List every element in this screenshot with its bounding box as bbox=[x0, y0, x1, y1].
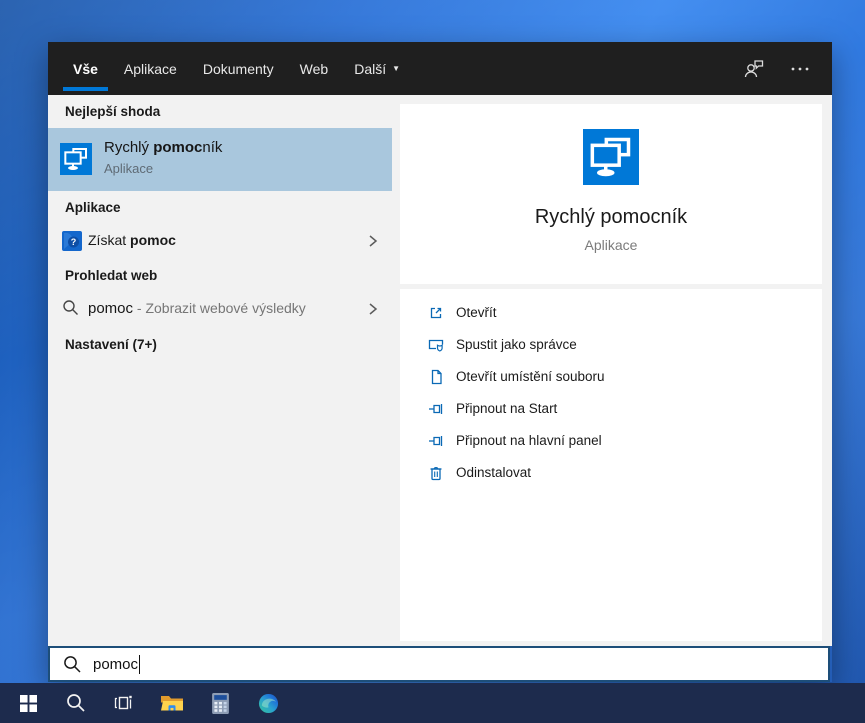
best-match-header: Nejlepší shoda bbox=[65, 104, 160, 119]
divider bbox=[400, 284, 822, 289]
title-match: pomoc bbox=[153, 139, 202, 156]
taskbar bbox=[0, 683, 865, 723]
edge-icon bbox=[258, 693, 279, 714]
search-input[interactable]: pomoc bbox=[48, 646, 830, 682]
web-query-suffix: - Zobrazit webové výsledky bbox=[133, 300, 306, 316]
more-icon bbox=[789, 58, 811, 80]
action-open[interactable]: Otevřít bbox=[400, 297, 822, 329]
action-uninstall[interactable]: Odinstalovat bbox=[400, 457, 822, 489]
action-open-file-location-label: Otevřít umístění souboru bbox=[456, 369, 605, 384]
task-view-button[interactable] bbox=[100, 683, 148, 723]
run-as-admin-icon bbox=[428, 337, 444, 353]
action-run-as-admin[interactable]: Spustit jako správce bbox=[400, 329, 822, 361]
chevron-right-icon bbox=[368, 234, 378, 248]
pin-icon bbox=[428, 401, 444, 417]
windows-start-icon bbox=[20, 695, 37, 712]
tab-more[interactable]: Další ▼ bbox=[354, 42, 400, 95]
feedback-button[interactable] bbox=[742, 57, 766, 81]
search-filter-tabs: Vše Aplikace Dokumenty Web Další ▼ bbox=[73, 42, 400, 95]
pin-icon bbox=[428, 433, 444, 449]
quick-assist-icon bbox=[60, 143, 92, 175]
result-get-help[interactable]: ? Získat pomoc bbox=[48, 225, 392, 258]
title-post: ník bbox=[202, 139, 222, 156]
file-explorer-button[interactable] bbox=[148, 683, 196, 723]
action-pin-to-start-label: Připnout na Start bbox=[456, 401, 557, 416]
task-view-icon bbox=[114, 693, 134, 713]
tab-more-label: Další bbox=[354, 61, 386, 77]
search-icon bbox=[66, 693, 86, 713]
label-match: pomoc bbox=[130, 232, 176, 248]
web-section-header: Prohledat web bbox=[65, 268, 157, 283]
calculator-icon bbox=[212, 693, 229, 714]
label-pre: Získat bbox=[88, 232, 130, 248]
tab-all[interactable]: Vše bbox=[73, 42, 98, 95]
result-detail-panel: Rychlý pomocník Aplikace Otevřít bbox=[400, 104, 822, 641]
tab-all-label: Vše bbox=[73, 61, 98, 77]
detail-app-type: Aplikace bbox=[400, 237, 822, 253]
calculator-button[interactable] bbox=[196, 683, 244, 723]
action-open-label: Otevřít bbox=[456, 305, 497, 320]
action-pin-to-start[interactable]: Připnout na Start bbox=[400, 393, 822, 425]
tab-selected-underline bbox=[63, 87, 108, 91]
tab-apps-label: Aplikace bbox=[124, 61, 177, 77]
result-web-search[interactable]: pomoc - Zobrazit webové výsledky bbox=[48, 293, 392, 326]
get-help-label: Získat pomoc bbox=[88, 232, 176, 248]
chevron-down-icon: ▼ bbox=[392, 65, 400, 73]
settings-section-header: Nastavení (7+) bbox=[65, 337, 157, 352]
search-icon bbox=[63, 655, 82, 674]
web-search-label: pomoc - Zobrazit webové výsledky bbox=[88, 300, 306, 317]
action-open-file-location[interactable]: Otevřít umístění souboru bbox=[400, 361, 822, 393]
open-icon bbox=[428, 305, 444, 321]
action-run-as-admin-label: Spustit jako správce bbox=[456, 337, 577, 352]
uninstall-icon bbox=[428, 465, 444, 481]
results-list-panel: Nejlepší shoda Rychlý pomocník Aplikace … bbox=[48, 95, 392, 646]
chevron-right-icon bbox=[368, 302, 378, 316]
web-query: pomoc bbox=[88, 300, 133, 317]
result-best-match-quick-assist[interactable]: Rychlý pomocník Aplikace bbox=[48, 128, 392, 191]
text-caret bbox=[139, 655, 140, 674]
tab-web-label: Web bbox=[300, 61, 329, 77]
action-list: Otevřít Spustit jako správce Otevřít umí… bbox=[400, 297, 822, 489]
taskbar-search-button[interactable] bbox=[52, 683, 100, 723]
tab-web[interactable]: Web bbox=[300, 42, 329, 95]
tab-documents-label: Dokumenty bbox=[203, 61, 274, 77]
action-uninstall-label: Odinstalovat bbox=[456, 465, 531, 480]
search-flyout-window: Vše Aplikace Dokumenty Web Další ▼ bbox=[48, 42, 832, 682]
detail-app-title: Rychlý pomocník bbox=[400, 206, 822, 229]
title-pre: Rychlý bbox=[104, 139, 153, 156]
more-options-button[interactable] bbox=[788, 57, 812, 81]
search-results-area: Nejlepší shoda Rychlý pomocník Aplikace … bbox=[48, 95, 832, 646]
tab-apps[interactable]: Aplikace bbox=[124, 42, 177, 95]
svg-text:?: ? bbox=[71, 237, 77, 247]
get-help-icon: ? bbox=[62, 231, 82, 251]
search-icon bbox=[62, 299, 80, 317]
action-pin-to-taskbar[interactable]: Připnout na hlavní panel bbox=[400, 425, 822, 457]
search-header: Vše Aplikace Dokumenty Web Další ▼ bbox=[48, 42, 832, 95]
feedback-icon bbox=[743, 58, 765, 80]
file-explorer-icon bbox=[160, 693, 184, 713]
start-button[interactable] bbox=[4, 683, 52, 723]
search-query-text: pomoc bbox=[93, 656, 138, 673]
action-pin-to-taskbar-label: Připnout na hlavní panel bbox=[456, 433, 602, 448]
apps-section-header: Aplikace bbox=[65, 200, 121, 215]
quick-assist-icon bbox=[583, 129, 639, 185]
best-match-subtitle: Aplikace bbox=[104, 161, 153, 176]
file-location-icon bbox=[428, 369, 444, 385]
tab-documents[interactable]: Dokumenty bbox=[203, 42, 274, 95]
best-match-title: Rychlý pomocník bbox=[104, 139, 222, 156]
edge-button[interactable] bbox=[244, 683, 292, 723]
